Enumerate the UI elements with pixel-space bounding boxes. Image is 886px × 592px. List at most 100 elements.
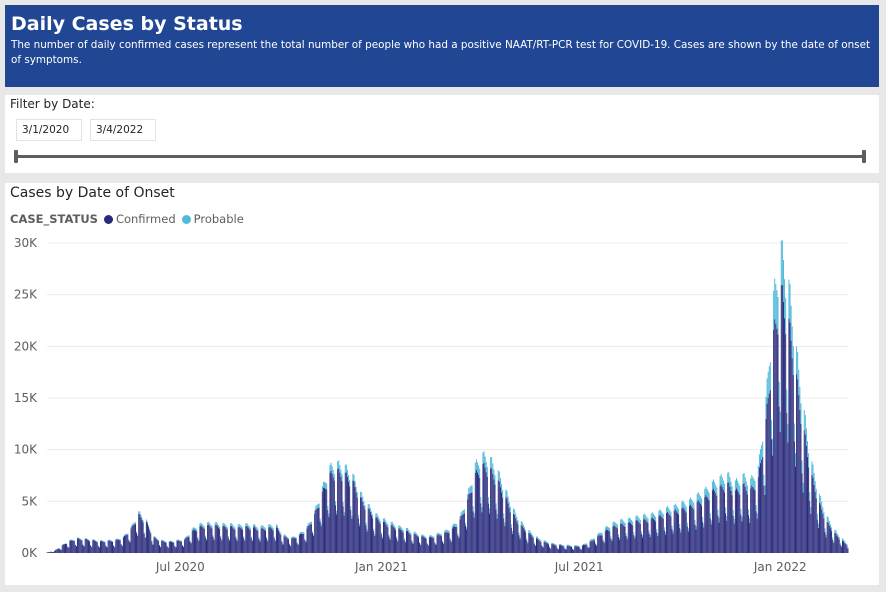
bar-probable[interactable]	[501, 484, 503, 493]
bar-probable[interactable]	[226, 526, 228, 530]
bar-probable[interactable]	[271, 526, 273, 530]
bar-probable[interactable]	[684, 504, 686, 511]
bar-probable[interactable]	[201, 523, 203, 527]
bar-confirmed[interactable]	[813, 484, 815, 553]
bar-confirmed[interactable]	[623, 525, 625, 553]
bar-probable[interactable]	[237, 524, 239, 528]
bar-confirmed[interactable]	[409, 533, 411, 553]
bar-confirmed[interactable]	[78, 538, 80, 553]
bar-confirmed[interactable]	[259, 541, 261, 553]
bar-confirmed[interactable]	[250, 538, 252, 553]
bar-confirmed[interactable]	[79, 539, 81, 553]
bar-confirmed[interactable]	[395, 530, 397, 553]
bar-confirmed[interactable]	[607, 530, 609, 553]
bar-probable[interactable]	[748, 509, 749, 516]
date-slider-end-handle[interactable]	[862, 150, 866, 163]
bar-confirmed[interactable]	[714, 491, 716, 553]
bar-confirmed[interactable]	[661, 517, 663, 553]
bar-probable[interactable]	[494, 475, 496, 485]
bar-probable[interactable]	[477, 462, 478, 473]
bar-probable[interactable]	[657, 533, 659, 537]
bar-confirmed[interactable]	[405, 530, 407, 553]
bar-probable[interactable]	[495, 503, 497, 510]
bar-confirmed[interactable]	[130, 528, 132, 553]
bar-confirmed[interactable]	[433, 538, 435, 553]
bar-probable[interactable]	[831, 527, 833, 532]
bar-probable[interactable]	[568, 545, 570, 547]
bar-probable[interactable]	[316, 504, 318, 509]
bar-confirmed[interactable]	[561, 545, 563, 553]
bar-probable[interactable]	[440, 534, 442, 537]
bar-confirmed[interactable]	[785, 334, 787, 553]
bar-probable[interactable]	[754, 481, 756, 491]
bar-probable[interactable]	[250, 536, 252, 539]
bar-probable[interactable]	[471, 485, 473, 493]
bar-confirmed[interactable]	[62, 544, 64, 553]
bar-probable[interactable]	[603, 541, 605, 544]
bar-probable[interactable]	[667, 506, 669, 512]
bar-confirmed[interactable]	[486, 476, 488, 553]
bar-confirmed[interactable]	[321, 491, 323, 553]
bar-confirmed[interactable]	[772, 455, 774, 553]
bar-probable[interactable]	[146, 521, 148, 524]
bar-probable[interactable]	[104, 541, 106, 543]
bar-confirmed[interactable]	[483, 462, 485, 553]
bar-probable[interactable]	[597, 534, 599, 537]
bar-probable[interactable]	[413, 531, 415, 535]
bar-probable[interactable]	[473, 513, 475, 518]
bar-probable[interactable]	[679, 524, 681, 528]
bar-probable[interactable]	[352, 473, 354, 481]
bar-confirmed[interactable]	[201, 526, 203, 553]
bar-probable[interactable]	[574, 545, 576, 547]
bar-probable[interactable]	[319, 518, 321, 522]
bar-probable[interactable]	[456, 524, 458, 527]
bar-probable[interactable]	[152, 544, 154, 545]
bar-confirmed[interactable]	[804, 434, 806, 553]
bar-probable[interactable]	[609, 527, 611, 532]
bar-confirmed[interactable]	[553, 544, 555, 553]
bar-probable[interactable]	[234, 527, 236, 531]
bar-probable[interactable]	[827, 517, 829, 523]
bar-probable[interactable]	[296, 542, 298, 544]
bar-probable[interactable]	[764, 485, 766, 495]
bar-probable[interactable]	[357, 514, 359, 519]
bar-probable[interactable]	[735, 478, 737, 489]
bar-probable[interactable]	[291, 537, 293, 539]
bar-probable[interactable]	[417, 535, 419, 538]
bar-confirmed[interactable]	[693, 509, 695, 553]
bar-confirmed[interactable]	[617, 536, 619, 553]
bar-confirmed[interactable]	[152, 544, 154, 553]
bar-confirmed[interactable]	[440, 536, 442, 553]
bar-confirmed[interactable]	[448, 533, 450, 553]
bar-probable[interactable]	[395, 527, 397, 531]
bar-probable[interactable]	[683, 502, 685, 509]
bar-confirmed[interactable]	[763, 485, 765, 553]
bar-probable[interactable]	[708, 492, 710, 501]
bar-probable[interactable]	[256, 527, 258, 530]
bar-probable[interactable]	[360, 491, 362, 498]
bar-confirmed[interactable]	[769, 390, 771, 553]
bar-probable[interactable]	[616, 524, 618, 529]
bar-confirmed[interactable]	[362, 501, 364, 553]
bar-confirmed[interactable]	[103, 541, 105, 553]
bar-probable[interactable]	[92, 539, 94, 541]
bar-probable[interactable]	[401, 528, 403, 532]
bar-probable[interactable]	[815, 488, 817, 499]
bar-probable[interactable]	[380, 532, 382, 535]
bar-probable[interactable]	[124, 534, 126, 536]
bar-confirmed[interactable]	[748, 515, 749, 553]
bar-probable[interactable]	[285, 535, 287, 538]
bar-confirmed[interactable]	[65, 543, 67, 553]
bar-confirmed[interactable]	[796, 374, 798, 553]
bar-probable[interactable]	[232, 524, 234, 528]
bar-confirmed[interactable]	[285, 537, 287, 553]
bar-confirmed[interactable]	[598, 535, 600, 553]
bar-confirmed[interactable]	[705, 495, 707, 553]
bar-probable[interactable]	[398, 525, 400, 529]
bar-probable[interactable]	[821, 501, 823, 510]
bar-probable[interactable]	[823, 512, 825, 519]
bar-probable[interactable]	[790, 305, 792, 341]
bar-confirmed[interactable]	[799, 409, 801, 553]
bar-probable[interactable]	[309, 522, 311, 525]
bar-probable[interactable]	[238, 523, 240, 527]
